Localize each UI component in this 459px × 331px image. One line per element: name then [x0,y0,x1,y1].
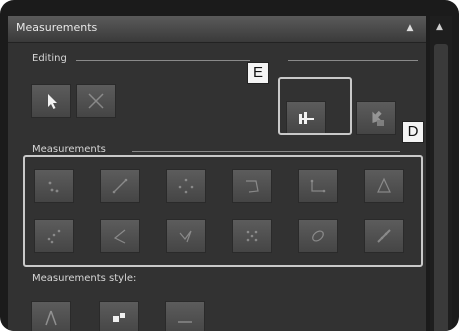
export-measurements-button[interactable] [356,101,396,135]
arrow-style-button[interactable] [31,301,71,331]
delete-measurement-button[interactable] [76,84,116,118]
scrollbar[interactable]: ▲ [430,16,452,331]
measurements-label: Measurements [32,144,106,155]
select-pointer-button[interactable] [31,84,71,118]
line-style-icon [178,321,192,323]
collapse-icon[interactable]: ▲ [404,22,416,34]
editing-divider [76,60,250,61]
export-arrow-icon [372,110,384,126]
panel-title: Measurements [16,21,98,34]
panel-titlebar[interactable]: Measurements ▲ [8,16,426,43]
fill-style-button[interactable] [99,301,139,331]
scroll-up-icon[interactable]: ▲ [436,22,443,32]
editing-divider-right [288,60,418,61]
arrow-style-icon [45,310,57,326]
highlight-box-e [278,77,352,135]
window-frame: Measurements ▲ Editing Measurements Meas… [0,0,459,331]
measurements-style-label: Measurements style: [32,273,137,284]
line-style-button[interactable] [165,301,205,331]
delete-cross-icon [88,93,104,109]
highlight-box-d [23,155,423,267]
scrollbar-thumb[interactable] [434,44,448,331]
pointer-icon [48,94,57,109]
callout-d: D [402,121,424,143]
measurements-divider [132,151,400,152]
editing-label: Editing [32,53,67,64]
fill-style-icon [113,313,125,322]
callout-e: E [247,62,269,84]
